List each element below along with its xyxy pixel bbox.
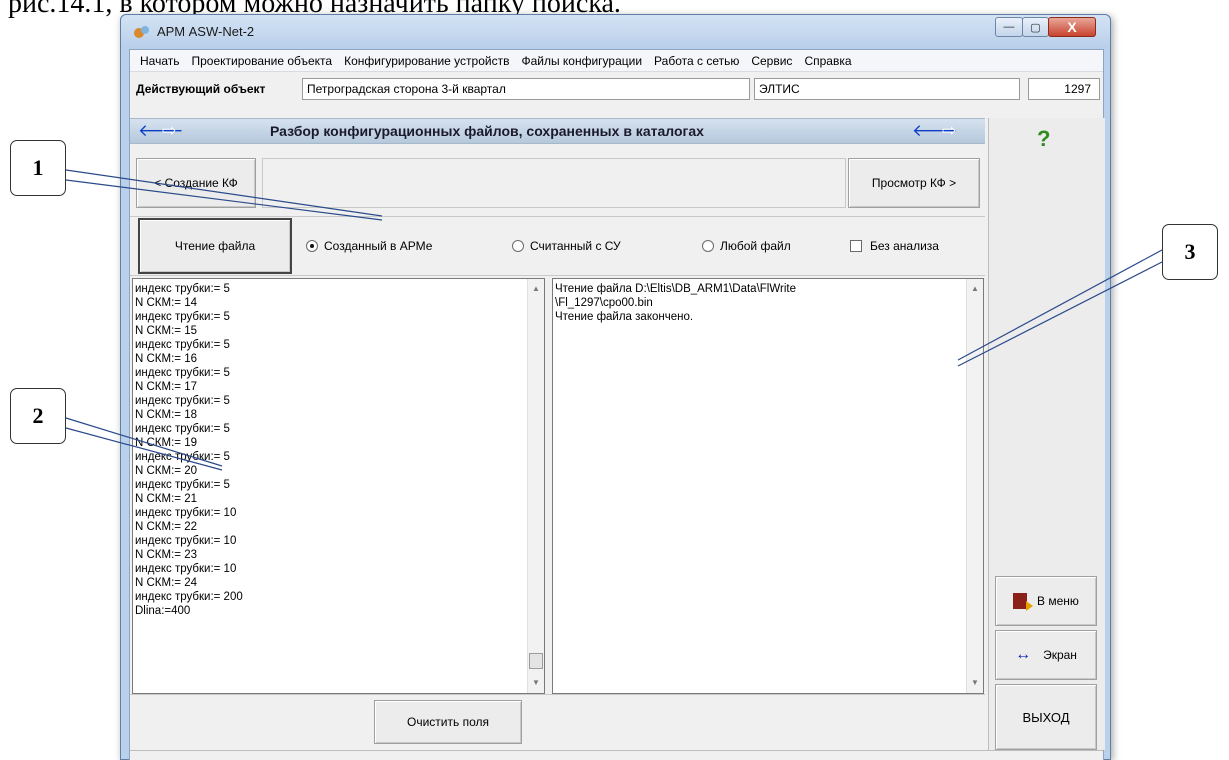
minimize-button[interactable]: — [995,17,1023,37]
maximize-button[interactable]: ▢ [1022,17,1049,37]
menu-config-files[interactable]: Файлы конфигурации [515,54,648,68]
menu-configure-devices[interactable]: Конфигурирование устройств [338,54,515,68]
radio-created-in-arm[interactable]: Созданный в АРМе [306,239,432,253]
radio-created-indicator[interactable] [306,240,318,252]
log-text: Чтение файла D:\Eltis\DB_ARM1\Data\FlWri… [555,283,796,323]
radio-any-label: Любой файл [720,239,791,253]
left-scrollbar[interactable]: ▲ ▼ [527,279,544,693]
active-object-label: Действующий объект [136,82,266,96]
read-file-button[interactable]: Чтение файла [138,218,292,274]
radio-read-from-su[interactable]: Считанный с СУ [512,239,621,253]
screen-button[interactable]: ↔ Экран [995,630,1097,680]
status-bar [130,750,1103,760]
menu-bar: Начать Проектирование объекта Конфигурир… [130,50,1103,72]
callout-3: 3 [1162,224,1218,280]
callout-1: 1 [10,140,66,196]
scroll-up-icon[interactable]: ▲ [528,281,544,297]
scroll-down-icon[interactable]: ▼ [528,675,544,691]
title-bar[interactable]: АРМ ASW-Net-2 — ▢ X [121,15,1110,49]
scroll-down-icon-right[interactable]: ▼ [967,675,983,691]
bottom-row [130,694,985,750]
organization-field: ЭЛТИС [754,78,1020,100]
to-menu-label: В меню [1037,594,1079,608]
help-icon[interactable]: ? [1037,126,1050,152]
radio-read-indicator[interactable] [512,240,524,252]
window-title: АРМ ASW-Net-2 [157,24,255,39]
view-kf-button[interactable]: Просмотр КФ > [848,158,980,208]
forward-arrow-icon-right[interactable]: ⇨ [942,122,956,140]
active-object-row: Действующий объект Петроградская сторона… [130,74,1103,104]
radio-any-file[interactable]: Любой файл [702,239,791,253]
menu-start[interactable]: Начать [134,54,186,68]
checkbox-no-analysis-box[interactable] [850,240,862,252]
section-header: 🡐 ⇨ Разбор конфигурационных файлов, сохр… [130,118,985,144]
close-button[interactable]: X [1048,17,1096,37]
right-scrollbar[interactable]: ▲ ▼ [966,279,983,693]
section-title: Разбор конфигурационных файлов, сохранен… [270,123,704,139]
menu-service[interactable]: Сервис [745,54,798,68]
scroll-thumb[interactable] [529,653,543,669]
client-area: Начать Проектирование объекта Конфигурир… [129,49,1105,760]
radio-any-indicator[interactable] [702,240,714,252]
create-kf-button[interactable]: < Создание КФ [136,158,256,208]
checkbox-no-analysis[interactable]: Без анализа [850,239,939,253]
exit-button[interactable]: ВЫХОД [995,684,1097,750]
parse-result-textbox[interactable]: индекс трубки:= 5 N СКМ:= 14 индекс труб… [132,278,545,694]
object-name-field: Петроградская сторона 3-й квартал [302,78,750,100]
back-arrow-icon[interactable]: 🡐 [138,122,184,140]
app-icon [134,26,149,38]
double-arrow-icon: ↔ [1015,646,1032,663]
log-textbox[interactable]: Чтение файла D:\Eltis\DB_ARM1\Data\FlWri… [552,278,984,694]
parse-result-text: индекс трубки:= 5 N СКМ:= 14 индекс труб… [135,283,243,617]
object-number-field: 1297 [1028,78,1100,100]
top-empty-pane [262,158,846,208]
callout-2: 2 [10,388,66,444]
to-menu-button[interactable]: В меню [995,576,1097,626]
checkbox-no-analysis-label: Без анализа [870,239,939,253]
radio-created-label: Созданный в АРМе [324,239,433,253]
menu-help[interactable]: Справка [798,54,857,68]
scroll-up-icon-right[interactable]: ▲ [967,281,983,297]
menu-network[interactable]: Работа с сетью [648,54,745,68]
door-exit-icon [1013,593,1034,611]
app-window: АРМ ASW-Net-2 — ▢ X Начать Проектировани… [120,14,1111,760]
radio-read-label: Считанный с СУ [530,239,621,253]
forward-arrow-icon[interactable]: ⇨ [162,122,176,140]
screen-label: Экран [1043,648,1077,662]
menu-design-object[interactable]: Проектирование объекта [186,54,339,68]
right-panel: ? В меню ↔ Экран ВЫХОД [988,118,1105,750]
clear-fields-button[interactable]: Очистить поля [374,700,522,744]
